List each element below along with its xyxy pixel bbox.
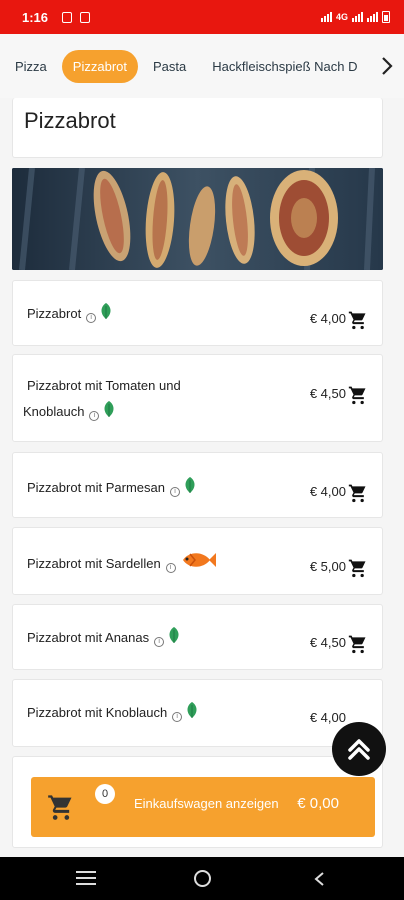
tabs-next-button[interactable]	[370, 34, 404, 98]
menu-item[interactable]: Pizzabrot i € 4,00	[12, 280, 383, 346]
view-cart-button[interactable]: 0 Einkaufswagen anzeigen € 0,00	[31, 777, 375, 837]
battery-icon	[382, 11, 390, 23]
signal-icon	[352, 12, 363, 22]
item-name: Pizzabrot mit Knoblauch	[27, 705, 168, 720]
section-header: Pizzabrot	[12, 98, 383, 158]
cart-label: Einkaufswagen anzeigen	[134, 796, 279, 811]
info-icon[interactable]: i	[165, 563, 176, 573]
leaf-icon	[169, 627, 179, 643]
status-bar: 1:16 4G	[0, 0, 404, 34]
item-name-line2: Knoblauch	[23, 404, 85, 419]
menu-item[interactable]: Pizzabrot mit Parmesan i € 4,00	[12, 452, 383, 518]
leaf-icon	[185, 477, 195, 493]
item-name-line: Pizzabrot mit Sardellen i	[27, 550, 217, 577]
leaf-icon	[104, 401, 114, 417]
section-title: Pizzabrot	[24, 108, 116, 133]
recent-apps-icon[interactable]	[76, 871, 96, 885]
item-name-line: Pizzabrot mit Ananas i	[27, 625, 181, 651]
item-price: € 5,00	[309, 559, 346, 574]
item-price: € 4,50	[309, 386, 346, 401]
signal-icon	[367, 12, 378, 22]
tab-pizzabrot[interactable]: Pizzabrot	[61, 49, 138, 83]
item-price: € 4,50	[309, 635, 346, 650]
menu-item[interactable]: Pizzabrot mit Sardellen i € 5,00	[12, 527, 383, 595]
status-time: 1:16	[22, 9, 49, 25]
notification-icon	[62, 11, 73, 23]
info-icon[interactable]: i	[89, 411, 100, 421]
leaf-icon	[187, 702, 197, 718]
item-name-line: Pizzabrot mit Tomaten und	[27, 373, 181, 399]
tab-hackfleischspiess[interactable]: Hackfleischspieß Nach D	[201, 50, 368, 83]
item-name-line: Knoblauch i	[23, 399, 116, 425]
notification-icon	[80, 11, 91, 23]
add-to-cart-icon[interactable]	[348, 310, 368, 330]
item-price: € 4,00	[309, 484, 346, 499]
item-price: € 4,00	[309, 710, 346, 725]
home-icon[interactable]	[194, 870, 211, 887]
back-icon[interactable]	[313, 872, 325, 886]
item-name: Pizzabrot	[27, 306, 82, 321]
tab-pasta[interactable]: Pasta	[142, 50, 197, 83]
item-name-line: Pizzabrot mit Parmesan i	[27, 475, 197, 501]
info-icon[interactable]: i	[154, 637, 165, 647]
add-to-cart-icon[interactable]	[348, 385, 368, 405]
system-nav-bar	[0, 857, 404, 900]
tab-pizza[interactable]: Pizza	[4, 50, 58, 83]
menu-item[interactable]: Pizzabrot mit Tomaten und Knoblauch i € 4…	[12, 354, 383, 442]
info-icon[interactable]: i	[172, 712, 183, 722]
category-image	[12, 168, 383, 270]
add-to-cart-icon[interactable]	[348, 558, 368, 578]
add-to-cart-icon[interactable]	[348, 634, 368, 654]
item-name: Pizzabrot mit Sardellen	[27, 556, 161, 571]
category-tabs: Pizza Pizzabrot Pasta Hackfleischspieß N…	[0, 34, 404, 98]
info-icon[interactable]: i	[170, 487, 180, 497]
item-name: Pizzabrot mit Parmesan	[27, 480, 165, 495]
shopping-cart-icon	[48, 795, 72, 820]
menu-item[interactable]: Pizzabrot mit Ananas i € 4,50	[12, 604, 383, 670]
pizzabread-photo	[12, 168, 383, 270]
chevron-right-icon	[382, 57, 393, 75]
cart-count-badge: 0	[95, 784, 115, 804]
cart-total: € 0,00	[297, 795, 339, 812]
add-to-cart-icon[interactable]	[348, 483, 368, 503]
network-label: 4G	[335, 12, 348, 22]
item-name: Pizzabrot mit Ananas	[27, 630, 150, 645]
item-name-line1: Pizzabrot mit Tomaten und	[27, 378, 181, 393]
leaf-icon	[101, 303, 111, 319]
signal-icon	[320, 12, 332, 22]
info-icon[interactable]: i	[86, 313, 97, 323]
double-chevron-up-icon	[348, 739, 370, 760]
scroll-to-top-button[interactable]	[332, 722, 386, 776]
item-name-line: Pizzabrot mit Knoblauch i	[27, 700, 199, 726]
item-price: € 4,00	[309, 311, 346, 326]
menu-item[interactable]: Pizzabrot mit Knoblauch i € 4,00	[12, 679, 383, 747]
fish-icon	[182, 553, 216, 567]
item-name-line: Pizzabrot i	[27, 301, 113, 327]
status-icons: 4G	[320, 11, 390, 23]
